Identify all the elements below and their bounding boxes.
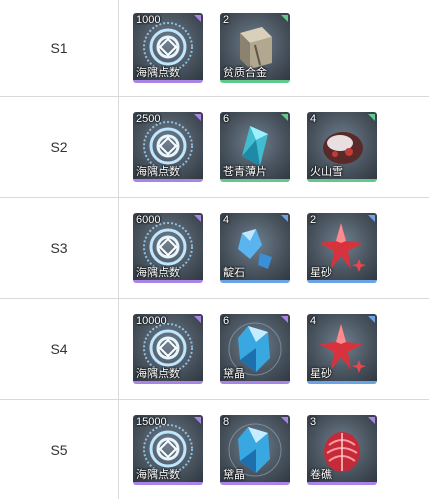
item-count: 8	[223, 415, 230, 428]
item-name: 靛石	[223, 267, 245, 279]
item-name: 黛晶	[223, 368, 245, 380]
item-count: 15000	[136, 415, 167, 428]
item-name: 苍青薄片	[223, 166, 267, 178]
stage-label: S4	[50, 341, 68, 357]
item-count: 4	[223, 214, 230, 226]
reward-item[interactable]: 4 火山雪	[307, 112, 377, 182]
reward-item[interactable]: 2500 海隅点数	[133, 112, 203, 182]
table-row: S5 15000 海隅点数 8 黛晶 3 卷礁	[0, 400, 429, 499]
item-count: 4	[310, 113, 317, 125]
reward-item[interactable]: 10000 海隅点数	[133, 314, 203, 384]
item-count: 1000	[136, 14, 161, 26]
item-count: 4	[310, 315, 317, 327]
item-count: 2	[223, 14, 230, 26]
item-count: 2500	[136, 113, 161, 125]
table-row: S4 10000 海隅点数 6 黛晶 4 星砂	[0, 299, 429, 400]
reward-list: 15000 海隅点数 8 黛晶 3 卷礁	[133, 414, 377, 485]
item-name: 火山雪	[310, 166, 343, 178]
reward-list: 2500 海隅点数 6 苍青薄片 4 火山雪	[133, 112, 377, 182]
item-name: 海隅点数	[136, 267, 180, 279]
table-row: S3 6000 海隅点数 4 靛石 2 星砂	[0, 198, 429, 299]
item-name: 海隅点数	[136, 166, 180, 178]
table-row: S2 2500 海隅点数 6 苍青薄片 4 火山雪	[0, 97, 429, 198]
reward-item[interactable]: 8 黛晶	[220, 414, 290, 485]
reward-item[interactable]: 4 星砂	[307, 314, 377, 384]
item-name: 海隅点数	[136, 468, 180, 481]
reward-list: 1000 海隅点数 2 贫质合金	[133, 13, 290, 83]
stage-label: S5	[50, 441, 68, 458]
item-name: 卷礁	[310, 468, 332, 481]
reward-item[interactable]: 6 苍青薄片	[220, 112, 290, 182]
stage-label: S2	[50, 139, 68, 155]
item-name: 星砂	[310, 368, 332, 380]
table-row: S1 1000 海隅点数 2 贫质合金	[0, 0, 429, 97]
reward-list: 6000 海隅点数 4 靛石 2 星砂	[133, 213, 377, 283]
item-name: 星砂	[310, 267, 332, 279]
reward-item[interactable]: 4 靛石	[220, 213, 290, 283]
item-count: 3	[310, 415, 317, 428]
item-count: 6	[223, 315, 230, 327]
reward-item[interactable]: 15000 海隅点数	[133, 414, 203, 485]
reward-item[interactable]: 3 卷礁	[307, 414, 377, 485]
reward-item[interactable]: 2 星砂	[307, 213, 377, 283]
reward-item[interactable]: 6000 海隅点数	[133, 213, 203, 283]
reward-list: 10000 海隅点数 6 黛晶 4 星砂	[133, 314, 377, 384]
item-name: 海隅点数	[136, 67, 180, 79]
stage-label: S1	[50, 40, 68, 56]
item-name: 贫质合金	[223, 67, 267, 79]
reward-table: S1 1000 海隅点数 2 贫质合金 S2 2500 海隅点数 6 苍青薄片 …	[0, 0, 429, 499]
item-name: 海隅点数	[136, 368, 180, 380]
item-count: 2	[310, 214, 317, 226]
item-count: 10000	[136, 315, 167, 327]
item-name: 黛晶	[223, 468, 245, 481]
reward-item[interactable]: 2 贫质合金	[220, 13, 290, 83]
reward-item[interactable]: 6 黛晶	[220, 314, 290, 384]
item-count: 6	[223, 113, 230, 125]
item-count: 6000	[136, 214, 161, 226]
reward-item[interactable]: 1000 海隅点数	[133, 13, 203, 83]
stage-label: S3	[50, 240, 68, 256]
